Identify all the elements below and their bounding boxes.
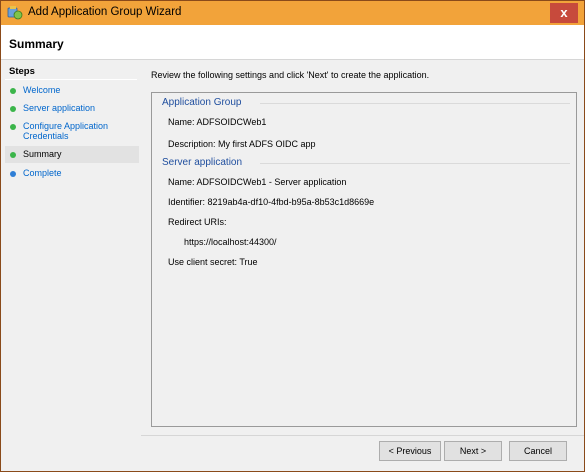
next-button[interactable]: Next >: [444, 441, 502, 461]
content-pane: Review the following settings and click …: [141, 60, 584, 471]
step-label: Configure Application Credentials: [23, 121, 109, 141]
server-app-name: Name: ADFSOIDCWeb1 - Server application: [168, 177, 347, 187]
step-status-icon: [10, 152, 16, 158]
wizard-header: Summary: [1, 25, 584, 60]
step-summary[interactable]: Summary: [5, 146, 139, 163]
app-group-name: Name: ADFSOIDCWeb1: [168, 117, 267, 127]
section-divider: [260, 103, 570, 104]
footer-divider: [141, 435, 584, 436]
settings-summary-box[interactable]: Application Group Name: ADFSOIDCWeb1 Des…: [151, 92, 577, 427]
window-title: Add Application Group Wizard: [28, 6, 182, 18]
previous-button[interactable]: < Previous: [379, 441, 441, 461]
step-label: Summary: [23, 149, 62, 159]
application-group-icon: [7, 6, 23, 20]
application-group-section-title: Application Group: [162, 97, 242, 108]
server-app-identifier: Identifier: 8219ab4a-df10-4fbd-b95a-8b53…: [168, 197, 375, 207]
step-label: Welcome: [23, 85, 61, 95]
step-complete[interactable]: Complete: [5, 166, 139, 180]
step-welcome[interactable]: Welcome: [5, 83, 139, 97]
redirect-uris-label: Redirect URIs:: [168, 217, 227, 227]
steps-pane: Steps Welcome Server application Configu…: [1, 60, 141, 471]
redirect-uri-value: https://localhost:44300/: [184, 237, 277, 247]
title-bar[interactable]: Add Application Group Wizard x: [1, 1, 584, 25]
intro-text: Review the following settings and click …: [151, 70, 430, 80]
step-status-icon: [10, 106, 16, 112]
close-button[interactable]: x: [550, 3, 578, 23]
step-label: Server application: [23, 103, 96, 113]
step-label: Complete: [23, 168, 62, 178]
cancel-button[interactable]: Cancel: [509, 441, 567, 461]
app-group-description: Description: My first ADFS OIDC app: [168, 139, 316, 149]
section-divider: [260, 163, 570, 164]
step-server-application[interactable]: Server application: [5, 101, 139, 115]
step-status-icon: [10, 171, 16, 177]
steps-divider: [5, 79, 137, 80]
step-status-icon: [10, 88, 16, 94]
wizard-window: Add Application Group Wizard x Summary S…: [0, 0, 585, 472]
step-configure-application-credentials[interactable]: Configure Application Credentials: [5, 119, 139, 143]
server-application-section-title: Server application: [162, 157, 243, 168]
client-secret-setting: Use client secret: True: [168, 257, 258, 267]
steps-heading: Steps: [9, 66, 35, 77]
step-status-icon: [10, 124, 16, 130]
page-title: Summary: [9, 37, 64, 51]
